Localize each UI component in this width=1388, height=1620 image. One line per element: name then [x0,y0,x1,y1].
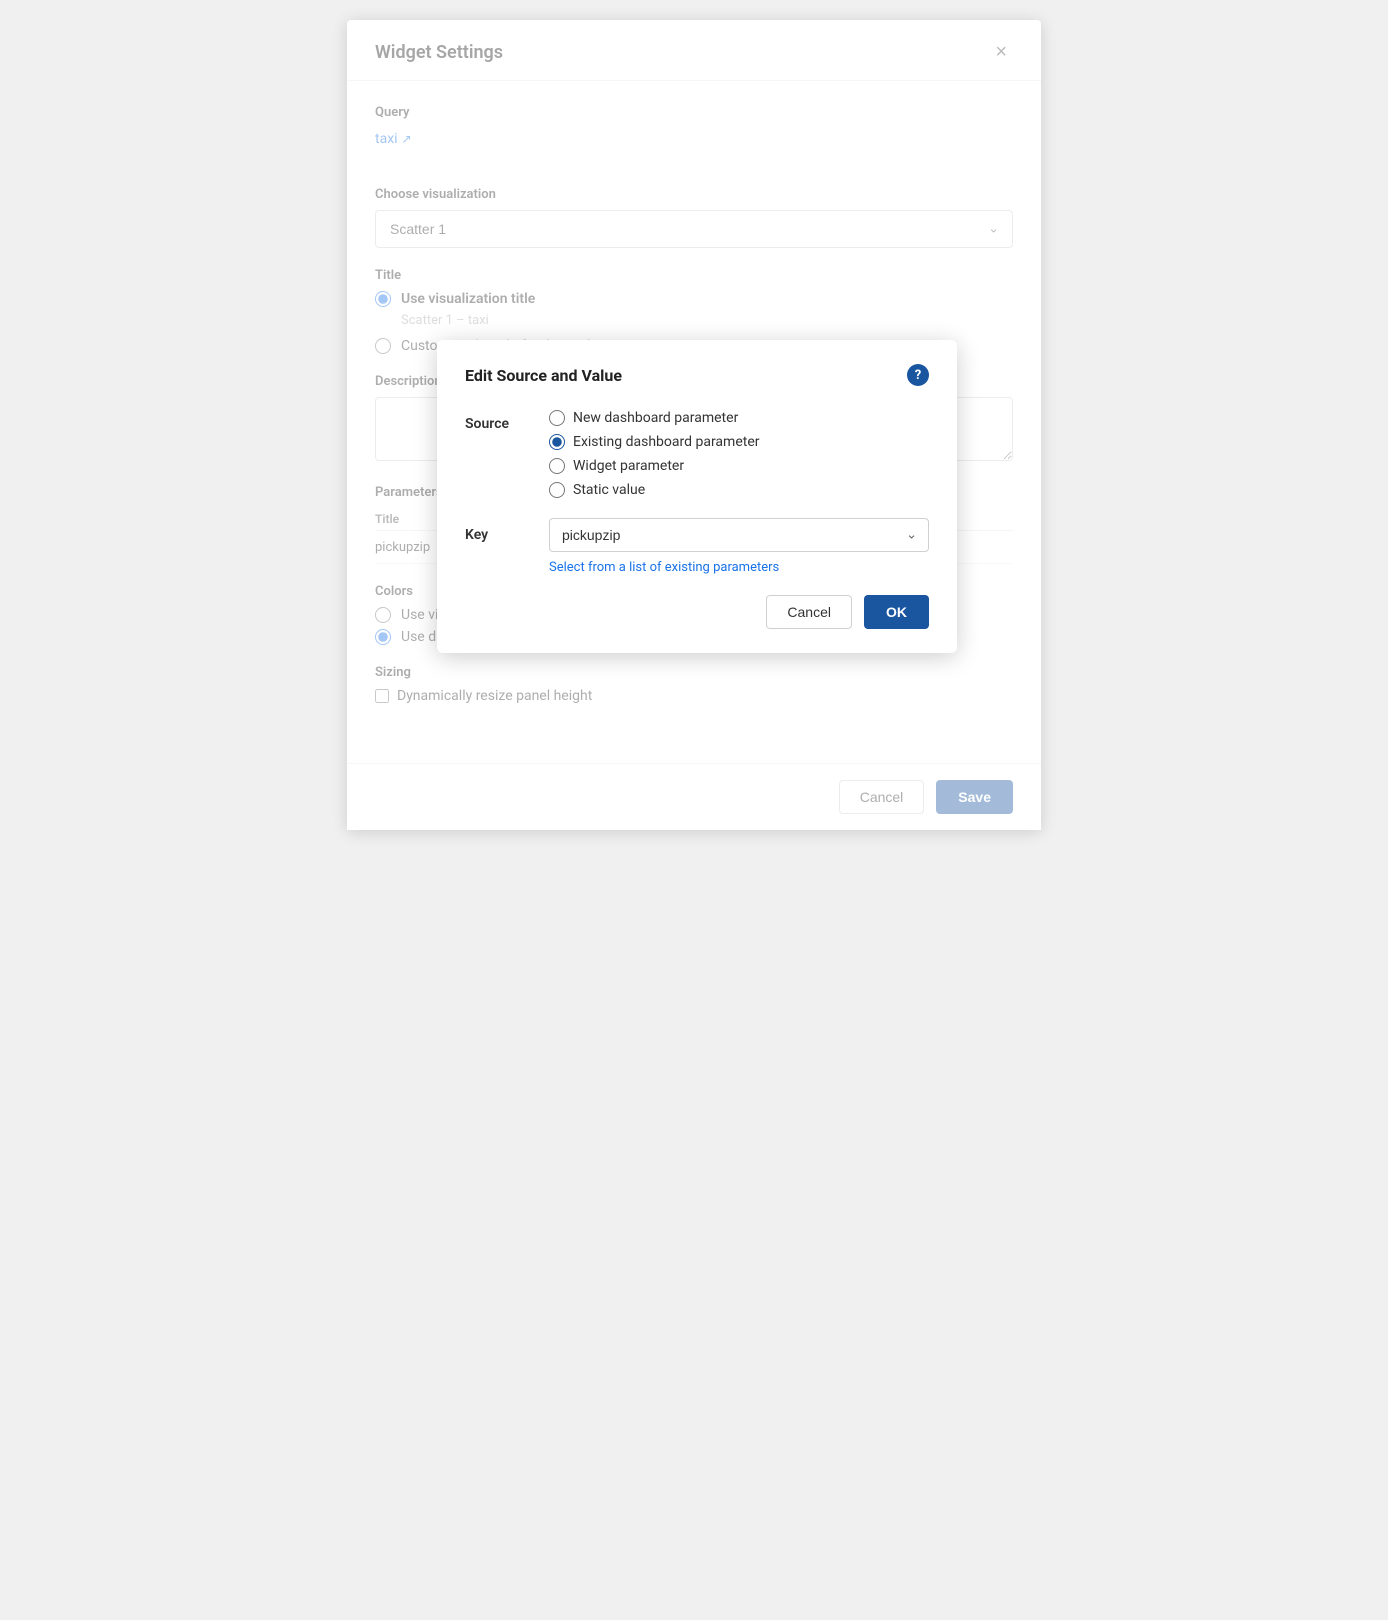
source-existing-dashboard-radio[interactable] [549,434,565,450]
source-static-value-option[interactable]: Static value [549,482,759,498]
key-hint: Select from a list of existing parameter… [549,560,929,575]
source-row: Source New dashboard parameter Existing … [465,410,929,498]
key-label: Key [465,527,525,543]
source-existing-dashboard-label: Existing dashboard parameter [573,434,759,450]
modal-ok-button[interactable]: OK [864,595,929,629]
source-widget-parameter-radio[interactable] [549,458,565,474]
key-select-wrapper: pickupzip ⌄ [549,518,929,552]
source-new-dashboard-option[interactable]: New dashboard parameter [549,410,759,426]
source-static-value-label: Static value [573,482,645,498]
key-row: Key pickupzip ⌄ [465,518,929,552]
source-widget-parameter-option[interactable]: Widget parameter [549,458,759,474]
source-new-dashboard-radio[interactable] [549,410,565,426]
edit-source-modal: Edit Source and Value ? Source New dashb… [437,340,957,653]
source-static-value-radio[interactable] [549,482,565,498]
widget-settings-dialog: Widget Settings × Query taxi ↗ Choose vi… [347,20,1041,830]
source-options: New dashboard parameter Existing dashboa… [549,410,759,498]
edit-modal-header: Edit Source and Value ? [465,364,929,386]
source-existing-dashboard-option[interactable]: Existing dashboard parameter [549,434,759,450]
source-widget-parameter-label: Widget parameter [573,458,684,474]
source-new-dashboard-label: New dashboard parameter [573,410,738,426]
help-icon[interactable]: ? [907,364,929,386]
modal-cancel-button[interactable]: Cancel [766,595,852,629]
key-select[interactable]: pickupzip [549,518,929,552]
edit-modal-title: Edit Source and Value [465,366,622,385]
source-label: Source [465,410,525,432]
edit-modal-footer: Cancel OK [465,595,929,629]
